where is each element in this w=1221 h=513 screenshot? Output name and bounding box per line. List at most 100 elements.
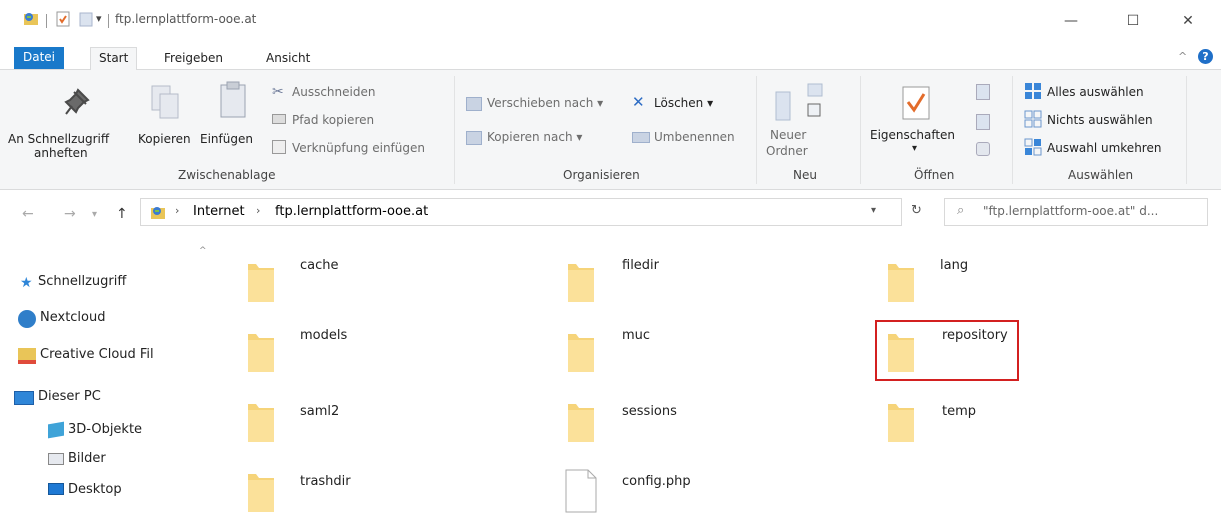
forward-icon[interactable]: → [64,206,76,222]
folder-icon [888,264,914,302]
file-item[interactable]: temp [882,398,1102,446]
new-folder-icon [775,83,823,121]
cut-button[interactable]: Ausschneiden [292,85,375,99]
nav-3d-objects[interactable]: 3D-Objekte [68,422,142,437]
tab-start[interactable]: Start [90,47,138,71]
folder-icon [568,404,594,442]
open-icon [976,84,990,100]
file-explorer-window: ▾ ftp.lernplattform-ooe.at — ☐ ✕ Datei S… [0,0,1221,513]
open-group-label: Öffnen [914,168,955,182]
properties-icon [902,86,930,120]
file-item[interactable]: cache [242,258,462,306]
paste-button[interactable]: Einfügen [200,132,253,146]
file-name: muc [622,328,651,343]
nav-nextcloud[interactable]: Nextcloud [40,310,106,325]
php-file-icon [565,469,597,513]
refresh-icon[interactable]: ↻ [911,203,922,218]
properties-button[interactable]: Eigenschaften [870,128,955,142]
file-name: models [300,328,348,343]
pin-label-line1: An Schnellzugriff [8,132,110,146]
paste-shortcut-icon [272,140,286,154]
ribbon-collapse-icon[interactable]: ^ [1178,50,1187,63]
paste-shortcut-button[interactable]: Verknüpfung einfügen [292,141,425,155]
nav-quick-access[interactable]: Schnellzugriff [38,274,126,289]
select-all-button[interactable]: Alles auswählen [1047,85,1144,99]
copy-to-button[interactable]: Kopieren nach ▾ [487,130,582,144]
folder-icon [568,334,594,372]
breadcrumb-separator-icon: › [256,204,261,217]
pin-icon [64,88,90,115]
close-button[interactable]: ✕ [1165,6,1211,36]
nav-desktop[interactable]: Desktop [68,482,122,497]
invert-selection-button[interactable]: Auswahl umkehren [1047,141,1161,155]
up-icon[interactable]: ↑ [116,206,128,222]
title-bar: ▾ ftp.lernplattform-ooe.at — ☐ ✕ [0,0,1221,44]
quick-access-dropdown-icon[interactable]: ▾ [96,12,102,25]
copy-to-label: Kopieren nach [487,130,573,144]
tab-freigeben[interactable]: Freigeben [156,48,231,70]
new-folder-label-line2: Ordner [766,144,808,158]
folder-network-icon[interactable] [22,10,40,28]
delete-label: Löschen [654,96,704,110]
tab-datei[interactable]: Datei [14,47,64,69]
address-dropdown-icon[interactable]: ▾ [871,205,876,216]
pin-to-quick-access-button[interactable]: An Schnellzugriff [8,132,109,146]
breadcrumb-current[interactable]: ftp.lernplattform-ooe.at [275,204,428,219]
delete-button[interactable]: Löschen ▾ [654,96,713,110]
group-separator [1012,76,1013,184]
selection-highlight [875,320,1019,381]
nav-pictures[interactable]: Bilder [68,451,106,466]
file-item[interactable]: filedir [562,258,782,306]
folder-icon [248,404,274,442]
file-item[interactable]: saml2 [242,398,462,446]
new-folder-button[interactable]: Neuer [770,128,806,142]
file-item[interactable]: config.php [562,468,782,513]
properties-check-icon[interactable] [54,10,72,28]
window-title: ftp.lernplattform-ooe.at [115,12,257,26]
maximize-button[interactable]: ☐ [1110,6,1156,36]
properties-dropdown-icon[interactable]: ▾ [912,143,917,154]
nav-creative-cloud[interactable]: Creative Cloud Fil [40,347,154,362]
title-separator [108,14,109,28]
invert-selection-icon [1024,138,1042,156]
group-separator [454,76,455,184]
copy-path-button[interactable]: Pfad kopieren [292,113,374,127]
breadcrumb-internet[interactable]: Internet [193,204,245,219]
rename-button[interactable]: Umbenennen [654,130,735,144]
move-to-icon [466,97,482,111]
copy-to-icon [466,131,482,145]
creative-cloud-icon [18,348,36,364]
edit-icon [976,114,990,130]
select-group-label: Auswählen [1068,168,1134,182]
search-icon: ⌕ [957,203,965,218]
file-item[interactable]: models [242,328,462,376]
star-icon: ★ [20,275,33,291]
file-item[interactable]: sessions [562,398,782,446]
file-item[interactable]: muc [562,328,782,376]
file-list: cache filedir lang models muc repository… [212,240,1221,513]
minimize-button[interactable]: — [1048,6,1094,36]
file-item[interactable]: lang [882,258,1102,306]
nav-this-pc[interactable]: Dieser PC [38,389,101,404]
folder-icon [248,334,274,372]
select-all-icon [1025,83,1041,99]
tab-ansicht[interactable]: Ansicht [258,48,318,70]
folder-icon [248,474,274,512]
address-bar[interactable]: › Internet › ftp.lernplattform-ooe.at ▾ … [140,198,922,226]
search-placeholder: "ftp.lernplattform-ooe.at" d... [983,204,1159,218]
help-icon[interactable]: ? [1198,49,1213,64]
file-name: config.php [622,474,691,489]
back-icon[interactable]: ← [22,206,34,222]
file-item[interactable]: trashdir [242,468,462,513]
copy-button[interactable]: Kopieren [138,132,191,146]
new-folder-icon[interactable] [78,10,96,28]
move-to-button[interactable]: Verschieben nach ▾ [487,96,603,110]
recent-locations-icon[interactable]: ▾ [92,209,97,220]
paste-icon [220,81,246,118]
ribbon-tabs: Datei Start Freigeben Ansicht ^ ? [0,44,1221,71]
search-input[interactable]: ⌕ "ftp.lernplattform-ooe.at" d... [944,198,1208,226]
internet-location-icon [151,207,165,219]
select-none-button[interactable]: Nichts auswählen [1047,113,1153,127]
group-separator [756,76,757,184]
scroll-up-icon[interactable]: ^ [199,246,207,256]
